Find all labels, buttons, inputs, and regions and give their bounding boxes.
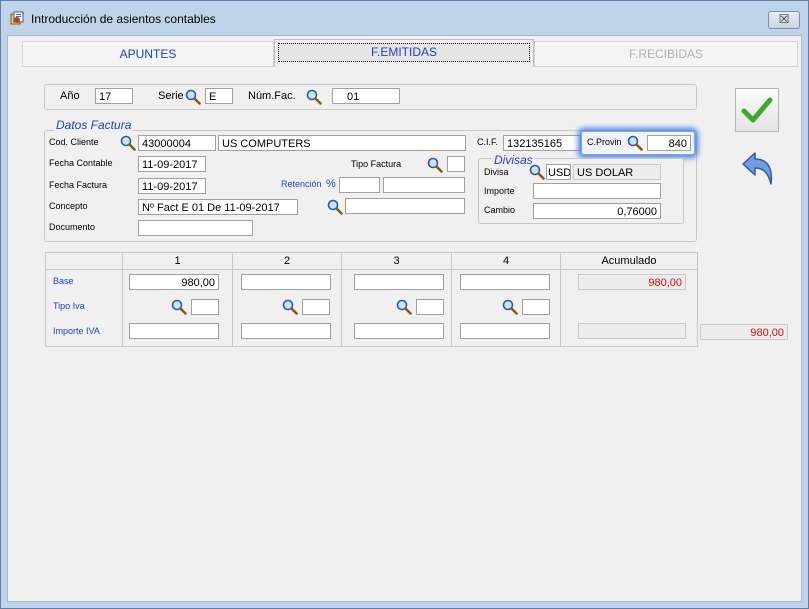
divisa-label: Divisa [484,167,509,177]
title-bar: Introducción de asientos contables ☒ [1,1,808,35]
fecha-contable-label: Fecha Contable [49,158,113,168]
grid-header-acumulado: Acumulado [561,254,697,270]
importe-iva-field-3[interactable] [354,323,444,339]
grid-header-col-4: 4 [452,254,560,270]
cliente-nombre-field[interactable]: US COMPUTERS [218,135,466,151]
importe-iva-field-2[interactable] [241,323,331,339]
acumulado-iva-field [578,323,686,339]
total-field: 980,00 [700,324,788,340]
close-icon: ☒ [778,12,790,26]
accept-button[interactable] [735,88,779,132]
close-button[interactable]: ☒ [768,11,800,29]
grid-header-col-1: 1 [123,254,232,270]
importe-label: Importe [484,186,515,196]
importe-iva-field-4[interactable] [460,323,550,339]
serie-field[interactable]: E [205,88,233,104]
fecha-factura-label: Fecha Factura [49,180,108,190]
divisa-code-field[interactable]: USD [546,164,571,180]
cprovin-search-icon[interactable] [627,135,643,151]
anio-label: Año [60,90,80,102]
client-area: APUNTES F.EMITIDAS F.RECIBIDAS Año 17 Se… [7,35,802,602]
importe-field[interactable] [533,183,661,199]
base-field-4[interactable] [460,274,550,290]
cod-cliente-field[interactable]: 43000004 [138,135,216,151]
tipo-iva-field-2[interactable] [302,299,330,315]
window-title: Introducción de asientos contables [31,12,216,26]
serie-label: Serie [158,90,184,102]
numfac-search-icon[interactable] [306,89,322,105]
checkmark-icon [741,97,773,123]
tipo-factura-search-icon[interactable] [427,157,443,173]
tipo-iva-field-1[interactable] [191,299,219,315]
concepto-field[interactable]: Nº Fact E 01 De 11-09-2017 [138,199,298,215]
base-row-label: Base [53,276,74,286]
base-field-2[interactable] [241,274,331,290]
cod-cliente-search-icon[interactable] [120,135,136,151]
base-field-1[interactable]: 980,00 [129,274,219,290]
importe-iva-row-label: Importe IVA [53,326,100,336]
grid-header-col-2: 2 [233,254,341,270]
grid-header-spacer [46,254,122,270]
divisa-search-icon[interactable] [529,164,545,180]
documento-label: Documento [49,222,96,232]
cprovin-field[interactable]: 840 [647,135,691,151]
numfac-field[interactable]: 01 [332,88,400,104]
cif-field[interactable]: 132135165 [503,135,581,151]
divisa-name-field: US DOLAR [573,164,661,180]
acumulado-base-field: 980,00 [578,274,686,290]
tipo-iva-search-icon-2[interactable] [282,299,298,315]
app-icon [10,11,24,25]
documento-field[interactable] [138,220,253,236]
cif-label: C.I.F. [477,137,499,147]
undo-arrow-icon [742,152,773,185]
cambio-label: Cambio [484,205,516,215]
tipo-factura-label: Tipo Factura [351,159,402,169]
main-window: Introducción de asientos contables ☒ APU… [0,0,809,609]
anio-field[interactable]: 17 [95,88,133,104]
base-field-3[interactable] [354,274,444,290]
concepto-search-icon[interactable] [327,199,343,215]
tab-f-emitidas-label: F.EMITIDAS [278,43,530,62]
numfac-label: Núm.Fac. [248,90,296,102]
tipo-factura-field[interactable] [447,156,465,172]
tipo-iva-field-3[interactable] [416,299,444,315]
back-button[interactable] [739,150,775,188]
cod-cliente-label: Cod. Cliente [49,137,99,147]
tipo-iva-search-icon-1[interactable] [171,299,187,315]
cambio-field[interactable]: 0,76000 [533,203,661,219]
serie-search-icon[interactable] [185,89,201,105]
datos-factura-legend: Datos Factura [54,118,134,132]
fecha-contable-field[interactable]: 11-09-2017 [138,156,206,172]
retencion-importe-field[interactable] [383,177,465,193]
fecha-factura-field[interactable]: 11-09-2017 [138,178,206,194]
tipo-iva-row-label: Tipo Iva [53,301,85,311]
cprovin-label: C.Provin [587,137,622,147]
grid-header-col-3: 3 [342,254,451,270]
retencion-label: Retención [281,179,322,189]
tipo-iva-search-icon-3[interactable] [396,299,412,315]
tipo-iva-search-icon-4[interactable] [502,299,518,315]
retencion-pct-field[interactable] [339,177,380,193]
importe-iva-field-1[interactable] [129,323,219,339]
iva-grid: 1 2 3 4 Acumulado Base Tipo Iva Importe … [45,252,698,347]
retencion-percent-label: % [326,178,336,190]
tab-apuntes[interactable]: APUNTES [22,41,274,67]
tab-f-recibidas[interactable]: F.RECIBIDAS [534,41,798,67]
tab-f-emitidas[interactable]: F.EMITIDAS [274,39,534,67]
concepto-extra-field[interactable] [345,198,465,214]
concepto-label: Concepto [49,201,88,211]
tipo-iva-field-4[interactable] [522,299,550,315]
